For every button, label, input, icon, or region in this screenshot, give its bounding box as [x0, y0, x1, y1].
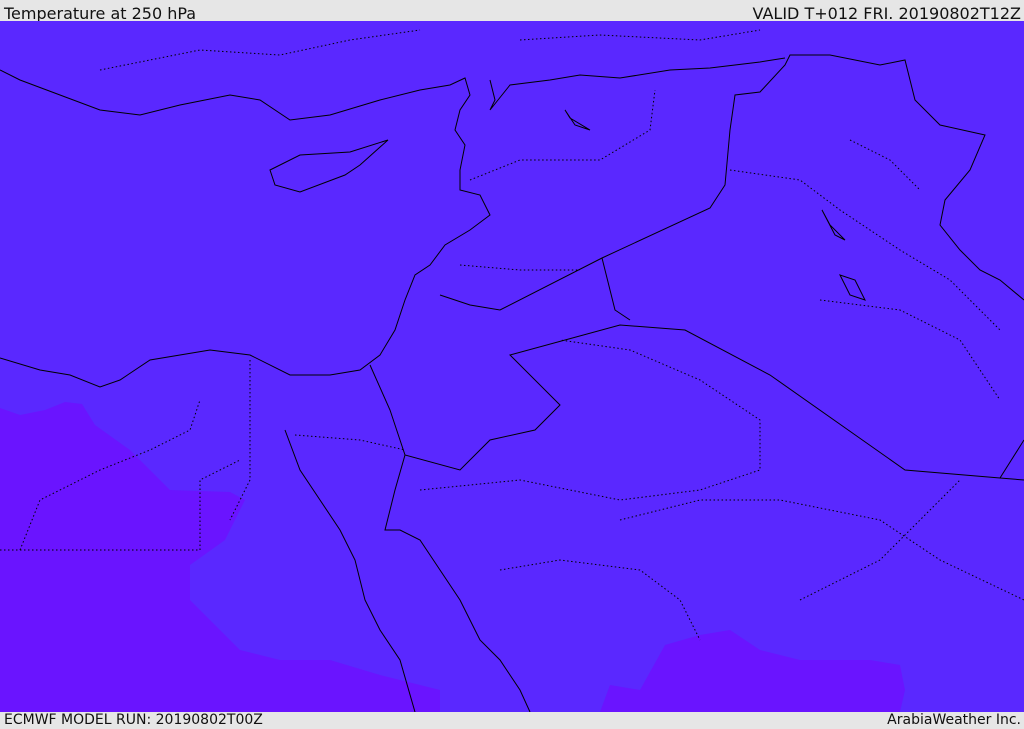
model-run: ECMWF MODEL RUN: 20190802T00Z	[4, 712, 263, 728]
credit: ArabiaWeather Inc.	[887, 712, 1021, 728]
temperature-map	[0, 21, 1024, 712]
footer-bar: ECMWF MODEL RUN: 20190802T00Z ArabiaWeat…	[0, 712, 1024, 729]
header-bar: Temperature at 250 hPa VALID T+012 FRI. …	[0, 0, 1024, 23]
